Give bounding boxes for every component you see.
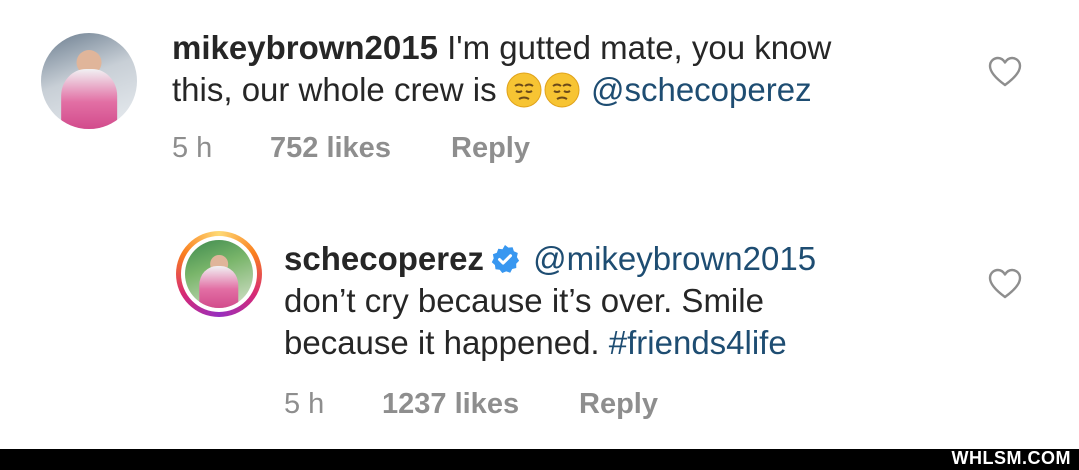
reply-button[interactable]: Reply (451, 132, 530, 165)
mention-link[interactable]: @mikeybrown2015 (533, 240, 816, 277)
comment-time: 5 h (172, 132, 213, 164)
comment-username[interactable]: mikeybrown2015 (172, 29, 438, 66)
mention-link[interactable]: @schecoperez (591, 71, 812, 108)
avatar[interactable] (185, 240, 253, 308)
comment-body-line2: this, our whole crew is (172, 71, 506, 108)
heart-icon[interactable] (988, 268, 1022, 300)
reply-button[interactable]: Reply (579, 388, 658, 421)
avatar[interactable] (41, 33, 137, 129)
likes-count[interactable]: 752 likes (270, 132, 391, 165)
comment-body-line2: don’t cry because it’s over. Smile (284, 282, 764, 319)
pensive-face-emoji (544, 72, 580, 108)
watermark-bar: WHLSM.COM (0, 448, 1079, 470)
watermark-text: WHLSM.COM (951, 448, 1071, 468)
story-ring[interactable] (176, 231, 262, 317)
comment-body-line3: because it happened. (284, 324, 609, 361)
comment-text: mikeybrown2015 I'm gutted mate, you know… (172, 27, 932, 111)
comment-text: schecoperez @mikeybrown2015 don’t cry be… (284, 238, 984, 364)
comment-time: 5 h (284, 388, 325, 420)
hashtag-link[interactable]: #friends4life (609, 324, 787, 361)
comment-body: I'm gutted mate, you know (437, 29, 832, 66)
heart-icon[interactable] (988, 56, 1022, 88)
comment-username[interactable]: schecoperez (284, 240, 484, 277)
pensive-face-emoji (506, 72, 542, 108)
verified-badge-icon (491, 245, 520, 273)
likes-count[interactable]: 1237 likes (382, 388, 519, 421)
